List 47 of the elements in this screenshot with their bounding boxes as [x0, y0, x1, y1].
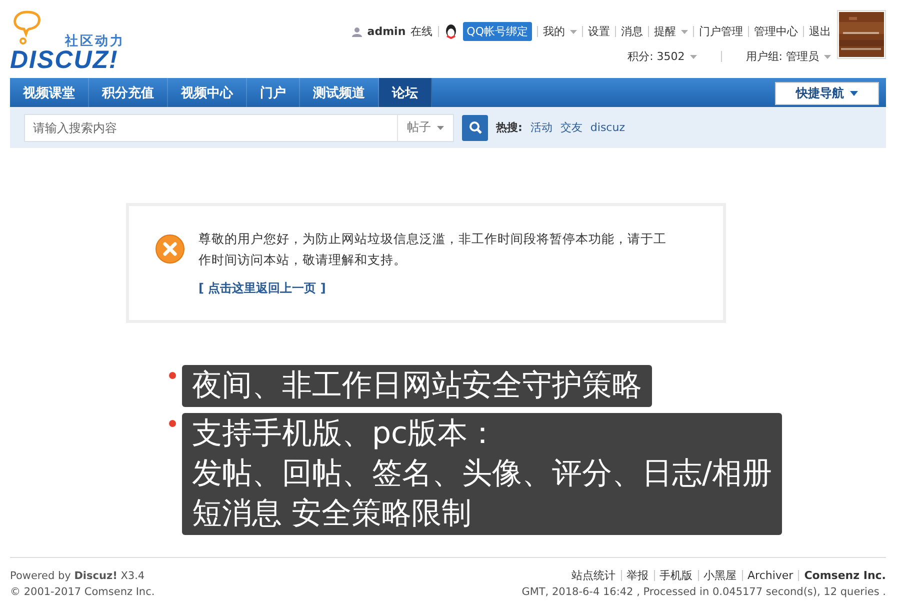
nav-tab[interactable]: 论坛	[379, 78, 432, 107]
user-menu-link[interactable]: 设置	[588, 24, 610, 39]
hot-search-link[interactable]: discuz	[590, 121, 625, 134]
callout-text: 发帖、回帖、签名、头像、评分、日志/相册	[192, 455, 772, 493]
credits-link[interactable]: 积分: 3502	[628, 49, 685, 64]
callout-text: 支持手机版、pc版本：	[192, 415, 499, 453]
caret-icon	[570, 30, 577, 34]
search-icon	[468, 121, 482, 134]
user-menu-link[interactable]: 门户管理	[699, 24, 743, 39]
error-icon	[154, 234, 184, 264]
footer-link[interactable]: Comsenz Inc.	[804, 569, 886, 582]
bullet-dot	[169, 372, 176, 379]
quick-nav-button[interactable]: 快捷导航	[775, 82, 879, 105]
qq-bind-button[interactable]: QQ帐号绑定	[462, 22, 532, 41]
user-group-link[interactable]: 用户组: 管理员	[746, 49, 819, 64]
callout-text: 夜间、非工作日网站安全守护策略	[192, 367, 642, 405]
back-link[interactable]: [ 点击这里返回上一页 ]	[198, 280, 678, 297]
search-button[interactable]	[462, 114, 488, 140]
caret-icon	[690, 54, 697, 58]
caret-icon	[850, 91, 858, 96]
callout-text: 短消息 安全策略限制	[192, 495, 473, 533]
penguin-icon	[444, 24, 458, 39]
user-icon	[352, 26, 362, 36]
username-link[interactable]: admin	[367, 25, 406, 38]
hot-search-link[interactable]: 交友	[560, 120, 582, 135]
search-field[interactable]: 请输入搜索内容 帖子	[24, 114, 454, 142]
caret-icon	[824, 54, 831, 58]
message-text: 尊敬的用户您好，为防止网站垃圾信息泛滥，非工作时间段将暂停本功能，请于工作时间访问本站，敬请理解和支持。	[198, 230, 668, 269]
caret-icon	[681, 30, 688, 34]
user-menu-link[interactable]: 消息	[621, 24, 643, 39]
user-menu-link[interactable]: 我的	[543, 24, 565, 39]
footer-link[interactable]: 站点统计	[572, 568, 616, 583]
online-status: 在线	[410, 24, 433, 39]
user-menu-link[interactable]: 管理中心	[754, 24, 798, 39]
powered-by-text: Powered by Discuz! X3.4	[10, 570, 145, 582]
footer-link[interactable]: 手机版	[660, 568, 693, 583]
bullet-dot	[169, 420, 176, 427]
stats-text: GMT, 2018-6-4 16:42 , Processed in 0.045177 second(s), 12 queries .	[522, 586, 886, 598]
footer-link[interactable]: 小黑屋	[704, 568, 737, 583]
caret-icon	[437, 126, 444, 130]
user-menu-link[interactable]: 退出	[809, 24, 831, 39]
user-menu-link[interactable]: 提醒	[654, 24, 676, 39]
footer-link[interactable]: 举报	[626, 568, 649, 583]
copyright-text: © 2001-2017 Comsenz Inc.	[10, 586, 155, 598]
footer-link[interactable]: Archiver	[748, 569, 794, 582]
hot-search-label: 热搜:	[496, 120, 522, 135]
hot-search-link[interactable]: 活动	[530, 120, 552, 135]
